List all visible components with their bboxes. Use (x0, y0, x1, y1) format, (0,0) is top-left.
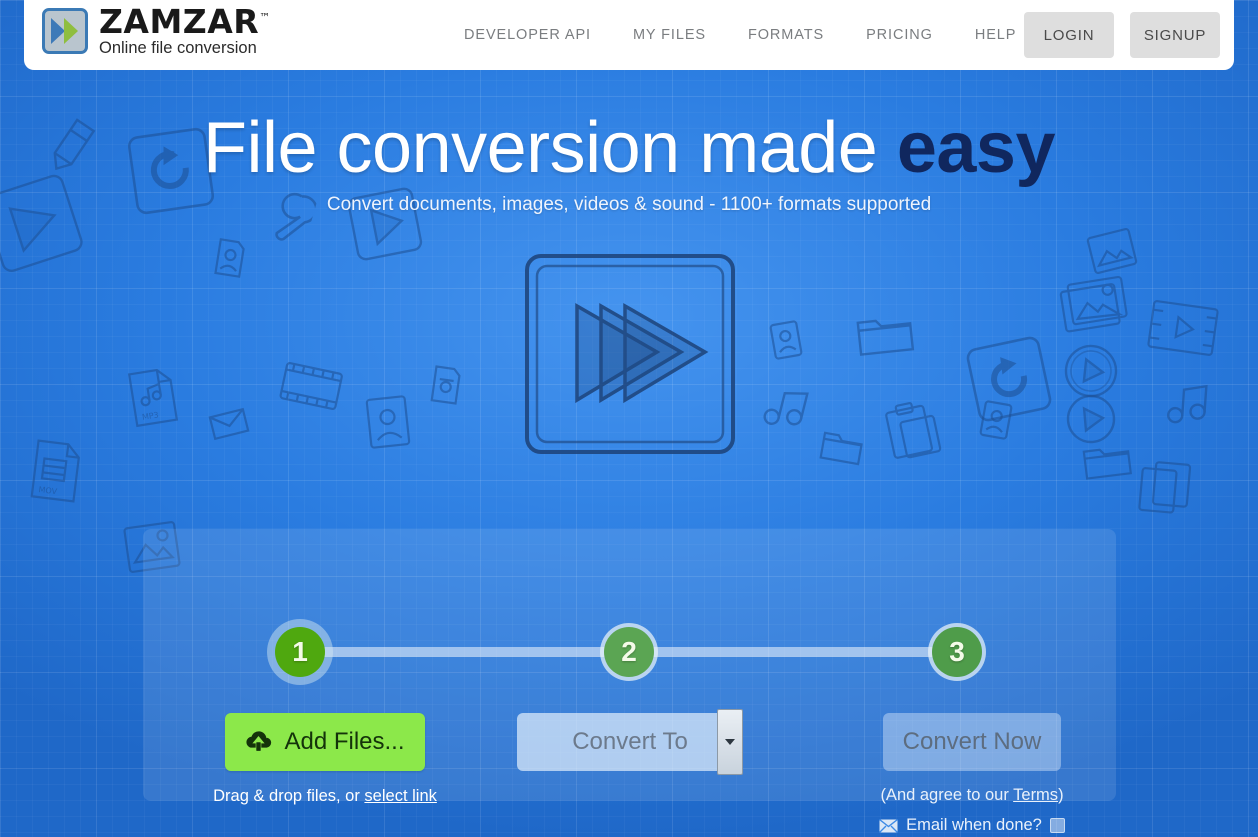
envelope-icon (879, 818, 899, 833)
convert-to-dropdown-arrow-button[interactable] (717, 709, 743, 775)
zamzar-double-arrow-logo-icon (42, 7, 88, 54)
contact-card-icon (767, 318, 805, 363)
page-title: File conversion made easy (0, 112, 1258, 184)
logo-title-text: ZAMZAR (99, 2, 260, 41)
mov-file-icon: MOV (26, 437, 85, 505)
envelope-icon (207, 406, 251, 442)
email-when-done-checkbox[interactable] (1049, 818, 1065, 833)
logo-trademark: ™ (259, 11, 271, 24)
nav-help[interactable]: HELP (975, 27, 1016, 43)
image-file-icon (1084, 225, 1141, 277)
signup-button[interactable]: SIGNUP (1130, 12, 1220, 58)
music-note-icon (759, 381, 813, 436)
copy-icon (1133, 457, 1198, 522)
step-number-3: 3 (949, 636, 965, 667)
step-2-column: Convert To (517, 709, 745, 775)
step-indicator-1[interactable]: 1 (275, 627, 325, 677)
email-when-done-label: Email when done? (906, 816, 1042, 834)
terms-link[interactable]: Terms (1013, 786, 1058, 804)
drag-drop-hint: Drag & drop files, or select link (199, 787, 451, 806)
convert-to-value: Convert To (572, 728, 688, 755)
convert-to-dropdown[interactable]: Convert To (517, 709, 743, 775)
contact-card-icon (977, 398, 1015, 443)
contact-card-icon (211, 236, 249, 281)
svg-text:MOV: MOV (38, 485, 58, 496)
fast-forward-sketch-icon (519, 248, 741, 460)
step-number-1: 1 (292, 636, 308, 667)
camera-file-icon (427, 363, 464, 407)
folder-icon (1080, 437, 1135, 483)
logo-subtitle: Online file conversion (99, 39, 257, 57)
nav-my-files[interactable]: MY FILES (633, 27, 706, 43)
email-when-done-row: Email when done? (843, 816, 1101, 835)
step-number-2: 2 (621, 636, 637, 667)
logo-title: ZAMZAR™ (99, 5, 271, 38)
step-indicator-3[interactable]: 3 (932, 627, 982, 677)
svg-text:MP3: MP3 (141, 410, 159, 422)
photo-stack-icon (1056, 273, 1134, 339)
auth-buttons: LOGIN SIGNUP (1024, 12, 1220, 58)
conversion-panel: 1 2 3 Add Files... Drag & drop files, or… (143, 529, 1116, 834)
step-1-column: Add Files... Drag & drop files, or selec… (199, 713, 451, 806)
folder-icon (854, 307, 916, 359)
terms-prefix: (And agree to our (880, 786, 1014, 804)
nav-pricing[interactable]: PRICING (866, 27, 933, 43)
login-button[interactable]: LOGIN (1024, 12, 1114, 58)
terms-suffix: ) (1058, 786, 1064, 804)
mp3-file-icon: MP3 (124, 364, 182, 429)
select-link[interactable]: select link (364, 787, 436, 805)
nav-developer-api[interactable]: DEVELOPER API (464, 27, 591, 43)
convert-now-button[interactable]: Convert Now (883, 713, 1061, 771)
chevron-down-icon (725, 739, 735, 745)
add-files-label: Add Files... (284, 728, 405, 755)
cloud-upload-icon (245, 729, 272, 756)
contact-card-icon (363, 393, 412, 451)
drag-drop-hint-text: Drag & drop files, or (213, 787, 365, 805)
folder-icon (817, 424, 867, 467)
page-title-plain: File conversion made (203, 108, 897, 188)
add-files-button[interactable]: Add Files... (225, 713, 425, 771)
hero-section: MP3 MOV File conversion made easy Conver… (0, 70, 1258, 837)
page-title-accent: easy (896, 108, 1056, 188)
step-indicator-2[interactable]: 2 (604, 627, 654, 677)
video-frame-icon (1144, 295, 1221, 360)
step-3-column: Convert Now (And agree to our Terms) Ema… (843, 713, 1101, 835)
main-navigation: DEVELOPER API MY FILES FORMATS PRICING H… (464, 0, 1016, 70)
play-circle-icon (1062, 390, 1121, 449)
play-circle-icon (1059, 339, 1123, 403)
refresh-icon (960, 330, 1057, 427)
terms-agreement-text: (And agree to our Terms) (843, 786, 1101, 805)
clipboard-icon (878, 395, 948, 468)
page-subtitle: Convert documents, images, videos & soun… (326, 194, 932, 215)
site-header: ZAMZAR™ Online file conversion DEVELOPER… (24, 0, 1234, 70)
logo[interactable]: ZAMZAR™ Online file conversion (42, 5, 271, 57)
wrench-icon (261, 183, 319, 249)
film-strip-icon (275, 354, 347, 420)
logo-wordmark: ZAMZAR™ Online file conversion (99, 5, 271, 57)
music-note-icon (1164, 381, 1211, 430)
nav-formats[interactable]: FORMATS (748, 27, 824, 43)
